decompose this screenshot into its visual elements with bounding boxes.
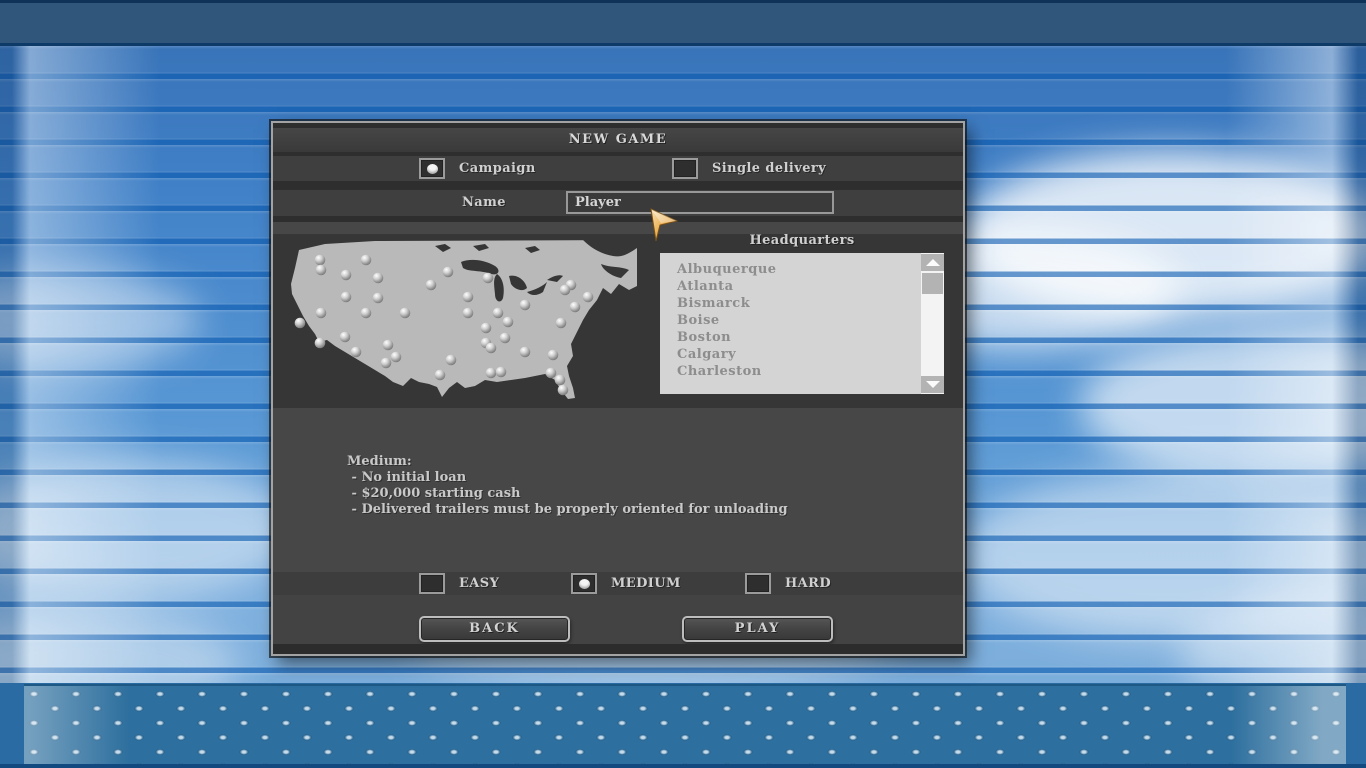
list-item[interactable]: Calgary	[660, 346, 921, 363]
description-line: - Delivered trailers must be properly or…	[347, 502, 788, 518]
single-delivery-label: Single delivery	[712, 161, 826, 176]
headquarters-label: Headquarters	[660, 233, 944, 248]
description-line: - $20,000 starting cash	[347, 486, 788, 502]
button-section	[273, 595, 963, 644]
difficulty-row: EASY MEDIUM HARD	[273, 572, 963, 595]
easy-option[interactable]: EASY	[419, 573, 499, 594]
medium-label: MEDIUM	[611, 576, 681, 591]
headquarters-list[interactable]: AlbuquerqueAtlantaBismarckBoiseBostonCal…	[660, 253, 944, 394]
list-item[interactable]: Boston	[660, 329, 921, 346]
list-item[interactable]: Atlanta	[660, 278, 921, 295]
list-item[interactable]: Charleston	[660, 363, 921, 380]
description-line: - No initial loan	[347, 470, 788, 486]
difficulty-description: Medium: - No initial loan - $20,000 star…	[347, 454, 788, 518]
list-item[interactable]: Bismarck	[660, 295, 921, 312]
name-row: Name	[273, 190, 963, 216]
list-item[interactable]: Albuquerque	[660, 261, 921, 278]
hard-checkbox[interactable]	[745, 573, 771, 594]
campaign-option[interactable]: Campaign	[419, 158, 536, 179]
easy-label: EASY	[459, 576, 499, 591]
medium-radio[interactable]	[571, 573, 597, 594]
mode-row: Campaign Single delivery	[273, 156, 963, 181]
scroll-down-button[interactable]	[921, 376, 944, 393]
play-button[interactable]: PLAY	[682, 616, 833, 642]
right-edge-highlight	[1216, 0, 1366, 683]
dotted-panel	[24, 684, 1346, 767]
new-game-dialog: NEW GAME Campaign Single delivery Name	[271, 121, 965, 656]
difficulty-description-title: Medium:	[347, 454, 788, 470]
campaign-radio[interactable]	[419, 158, 445, 179]
hard-option[interactable]: HARD	[745, 573, 831, 594]
dialog-title: NEW GAME	[273, 128, 963, 152]
headquarters-list-items: AlbuquerqueAtlantaBismarckBoiseBostonCal…	[660, 261, 921, 394]
back-button[interactable]: BACK	[419, 616, 570, 642]
top-band	[0, 0, 1366, 46]
bottom-strip	[0, 764, 1366, 768]
arrow-down-icon	[926, 381, 940, 388]
medium-option[interactable]: MEDIUM	[571, 573, 681, 594]
player-name-input[interactable]	[566, 191, 834, 214]
headquarters-scrollbar[interactable]	[921, 253, 944, 394]
left-edge-highlight	[0, 0, 170, 683]
easy-checkbox[interactable]	[419, 573, 445, 594]
list-item[interactable]: Boise	[660, 312, 921, 329]
dialog-bottom-strip	[273, 644, 963, 654]
scrollbar-thumb[interactable]	[922, 273, 943, 294]
hard-label: HARD	[785, 576, 831, 591]
name-label: Name	[462, 195, 506, 210]
difficulty-description-lines: - No initial loan - $20,000 starting cas…	[347, 470, 788, 518]
usa-map	[285, 240, 637, 400]
scroll-up-button[interactable]	[921, 254, 944, 271]
arrow-up-icon	[926, 259, 940, 266]
single-delivery-checkbox[interactable]	[672, 158, 698, 179]
single-delivery-option[interactable]: Single delivery	[672, 158, 826, 179]
campaign-label: Campaign	[459, 161, 536, 176]
